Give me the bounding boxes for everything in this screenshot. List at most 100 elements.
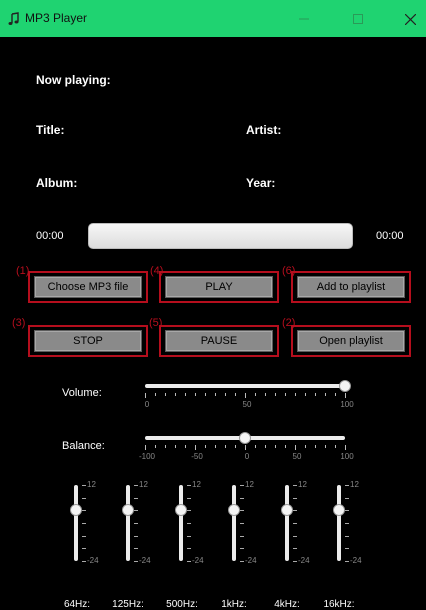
eq-tick	[82, 510, 86, 512]
balance-tick-label: -50	[191, 452, 203, 461]
eq-thumb[interactable]	[228, 504, 240, 517]
elapsed-time: 00:00	[36, 230, 64, 242]
pause-highlight: PAUSE	[159, 325, 279, 357]
eq-slider-4khz[interactable]: 12 -24	[279, 480, 329, 565]
window-title: MP3 Player	[25, 11, 88, 25]
volume-tick	[145, 393, 146, 398]
balance-thumb[interactable]	[239, 432, 251, 444]
eq-tick	[293, 535, 297, 537]
eq-tick	[82, 485, 86, 486]
volume-track	[145, 384, 345, 388]
album-label: Album:	[36, 176, 78, 190]
eq-thumb[interactable]	[122, 504, 134, 517]
volume-tick	[305, 393, 306, 396]
year-label: Year:	[246, 176, 276, 190]
balance-tick	[145, 445, 146, 450]
eq-tick	[187, 535, 191, 537]
balance-tick	[285, 445, 286, 448]
eq-tick	[82, 561, 86, 562]
add-to-playlist-highlight: Add to playlist	[291, 271, 411, 303]
eq-band-label: 125Hz:	[112, 599, 144, 610]
close-button[interactable]	[395, 7, 425, 31]
choose-file-button[interactable]: Choose MP3 file	[34, 276, 142, 298]
open-playlist-highlight: Open playlist	[291, 325, 411, 357]
balance-tick	[165, 445, 166, 448]
eq-band-label: 4kHz:	[274, 599, 300, 610]
add-to-playlist-button[interactable]: Add to playlist	[297, 276, 405, 298]
volume-tick	[235, 393, 236, 396]
balance-tick	[245, 445, 246, 450]
volume-tick	[295, 393, 296, 396]
volume-label: Volume:	[62, 387, 102, 399]
music-note-icon	[8, 12, 19, 25]
eq-tick	[134, 497, 138, 499]
eq-tick	[345, 561, 349, 562]
eq-tick	[82, 548, 86, 550]
volume-slider[interactable]: 0 50 100	[145, 380, 354, 410]
eq-track	[337, 485, 341, 561]
volume-thumb[interactable]	[339, 380, 351, 392]
balance-tick-label: 50	[292, 452, 302, 461]
now-playing-label: Now playing:	[36, 73, 111, 87]
eq-tick	[293, 485, 297, 486]
balance-tick	[205, 445, 206, 448]
volume-tick	[335, 393, 336, 396]
eq-slider-64hz[interactable]: 12 -24	[68, 480, 118, 565]
eq-min-label: -24	[192, 556, 204, 565]
open-playlist-button[interactable]: Open playlist	[297, 330, 405, 352]
minimize-button[interactable]	[289, 7, 319, 31]
balance-tick	[325, 445, 326, 448]
eq-slider-16khz[interactable]: 12 -24	[331, 480, 381, 565]
eq-track	[232, 485, 236, 561]
eq-tick	[345, 485, 349, 486]
title-bar: MP3 Player	[0, 0, 426, 37]
balance-tick	[195, 445, 196, 450]
volume-tick	[245, 393, 246, 398]
eq-thumb[interactable]	[333, 504, 345, 517]
eq-max-label: 12	[192, 480, 201, 489]
volume-tick	[275, 393, 276, 396]
eq-thumb[interactable]	[70, 504, 82, 517]
eq-tick	[345, 535, 349, 537]
eq-max-label: 12	[245, 480, 254, 489]
eq-tick	[293, 510, 297, 512]
eq-tick	[293, 548, 297, 550]
pause-button[interactable]: PAUSE	[165, 330, 273, 352]
volume-tick	[315, 393, 316, 396]
balance-tick	[235, 445, 236, 448]
eq-tick	[134, 510, 138, 512]
balance-tick	[305, 445, 306, 448]
maximize-button[interactable]	[343, 7, 373, 31]
balance-tick	[155, 445, 156, 448]
eq-slider-1khz[interactable]: 12 -24	[226, 480, 276, 565]
maximize-icon	[353, 14, 363, 24]
balance-label: Balance:	[62, 440, 105, 452]
volume-tick	[345, 393, 346, 398]
eq-band-label: 500Hz:	[166, 599, 198, 610]
eq-band-label: 64Hz:	[63, 599, 91, 610]
balance-tick	[225, 445, 226, 448]
balance-tick	[175, 445, 176, 448]
eq-tick	[240, 523, 244, 524]
eq-tick	[187, 510, 191, 512]
balance-tick-label: 100	[340, 452, 354, 461]
eq-thumb[interactable]	[281, 504, 293, 517]
balance-tick	[255, 445, 256, 448]
eq-tick	[240, 497, 244, 499]
eq-thumb[interactable]	[175, 504, 187, 517]
eq-tick	[134, 561, 138, 562]
eq-slider-500hz[interactable]: 12 -24	[173, 480, 223, 565]
stop-button[interactable]: STOP	[34, 330, 142, 352]
play-button[interactable]: PLAY	[165, 276, 273, 298]
eq-tick	[134, 548, 138, 550]
eq-tick	[187, 485, 191, 486]
eq-tick	[240, 510, 244, 512]
volume-tick	[215, 393, 216, 396]
eq-tick	[345, 548, 349, 550]
progress-bar[interactable]	[88, 223, 353, 249]
volume-tick-label: 50	[242, 400, 252, 409]
balance-slider[interactable]: -100 -50 0 50 100	[139, 432, 354, 462]
eq-slider-125hz[interactable]: 12 -24	[120, 480, 170, 565]
title-label: Title:	[36, 123, 65, 137]
eq-track	[126, 485, 130, 561]
